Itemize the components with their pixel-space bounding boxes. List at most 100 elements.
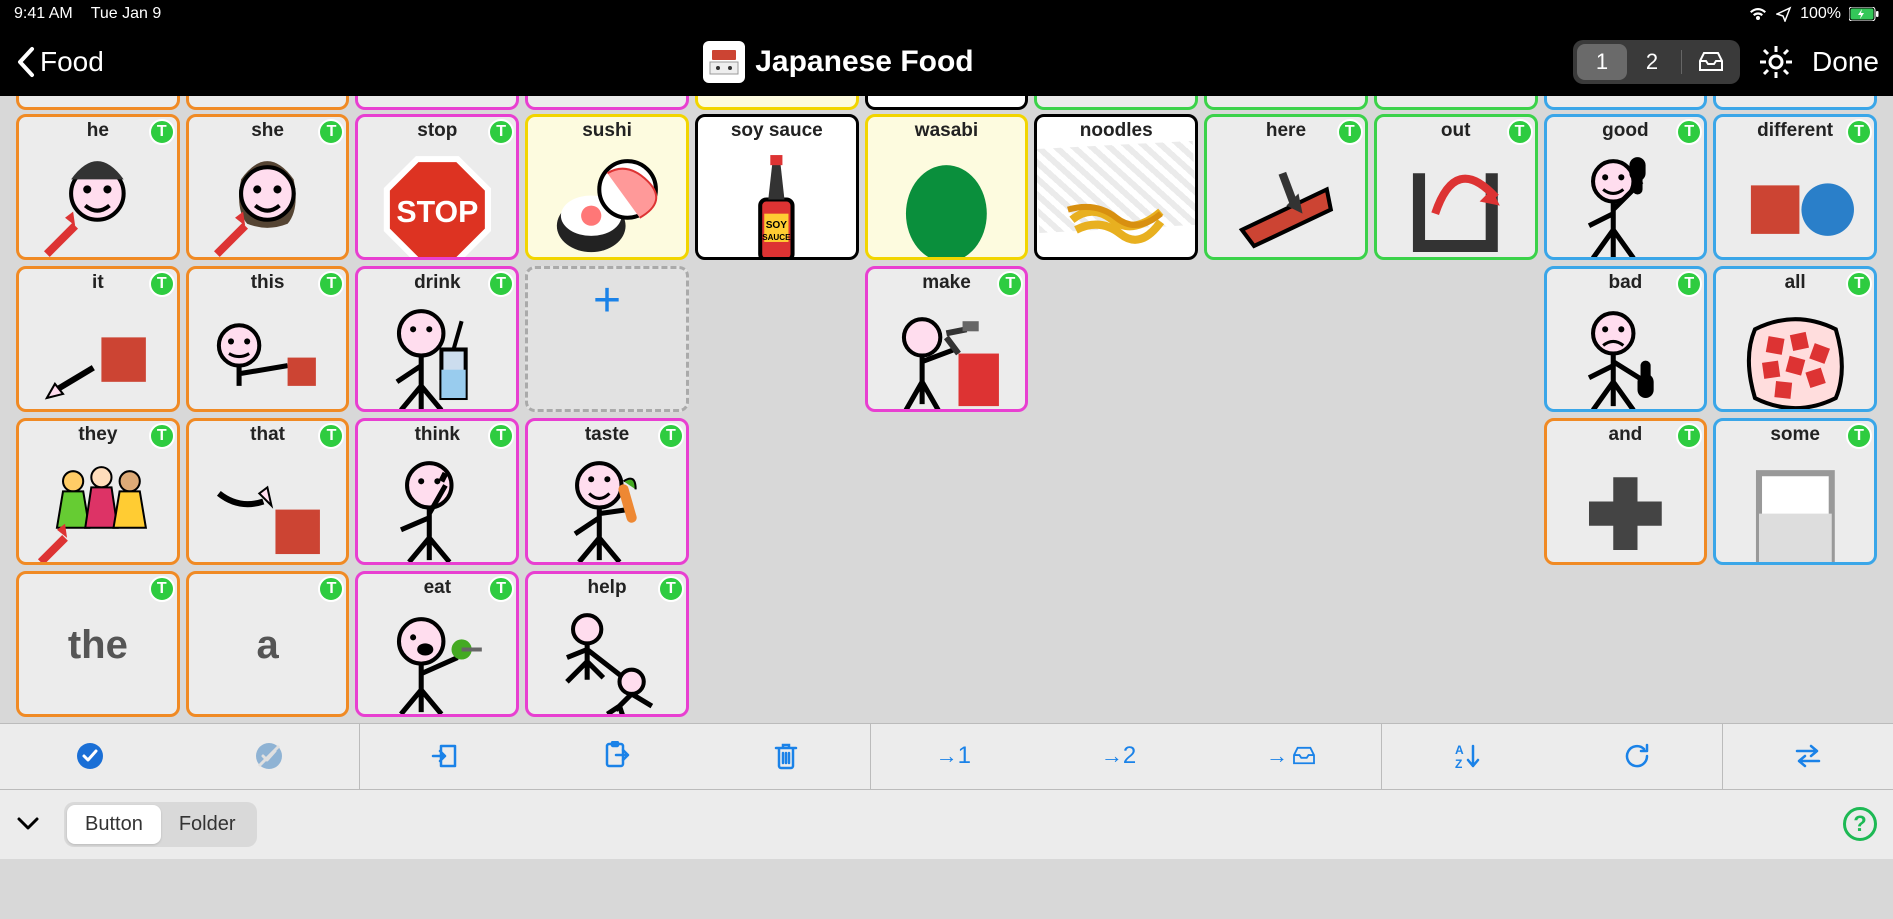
template-badge-icon: T <box>149 576 175 602</box>
settings-button[interactable] <box>1758 44 1794 80</box>
previous-row-peek <box>16 96 1877 110</box>
cell-label: soy sauce <box>731 121 823 142</box>
grid-cell-and[interactable]: andT <box>1544 418 1708 564</box>
move-to-1-button[interactable]: →1 <box>922 742 985 770</box>
grid-cell-all[interactable]: allT <box>1713 266 1877 412</box>
cell-label: good <box>1602 121 1648 142</box>
type-segmented-control: Button Folder <box>64 802 257 847</box>
grid-cell-taste[interactable]: tasteT <box>525 418 689 564</box>
cell-label: here <box>1266 121 1306 142</box>
grid-cell-drink[interactable]: drinkT <box>355 266 519 412</box>
cell-label: a <box>256 623 278 667</box>
template-badge-icon: T <box>488 576 514 602</box>
grid-cell-help[interactable]: helpT <box>525 571 689 717</box>
copy-button[interactable] <box>588 741 646 771</box>
svg-text:Z: Z <box>1455 757 1462 770</box>
grid-cell-it[interactable]: itT <box>16 266 180 412</box>
cell-label: he <box>87 121 109 142</box>
cell-label: this <box>251 273 285 294</box>
cell-label: out <box>1441 121 1471 142</box>
plus-icon: + <box>593 273 621 328</box>
status-bar: 9:41 AM Tue Jan 9 100% <box>0 0 1893 28</box>
view-1-button[interactable]: 1 <box>1577 44 1627 80</box>
sort-button[interactable]: AZ <box>1439 742 1495 770</box>
here-icon <box>1211 142 1361 260</box>
done-button[interactable]: Done <box>1812 46 1879 78</box>
add-button-cell[interactable]: + <box>525 266 689 412</box>
select-all-button[interactable] <box>61 741 119 771</box>
type-folder-option[interactable]: Folder <box>161 805 254 844</box>
grid-cell-out[interactable]: out T <box>1374 114 1538 260</box>
chevron-left-icon <box>14 45 36 79</box>
cell-label: eat <box>424 578 451 599</box>
cell-label: all <box>1785 273 1806 294</box>
grid-cell-they[interactable]: theyT <box>16 418 180 564</box>
page-title: Japanese Food <box>755 45 973 79</box>
noodles-icon <box>1041 142 1191 260</box>
refresh-button[interactable] <box>1609 742 1665 770</box>
collapse-button[interactable] <box>16 816 40 832</box>
import-button[interactable] <box>416 742 474 770</box>
grid-cell-bad[interactable]: badT <box>1544 266 1708 412</box>
grid-cell-think[interactable]: thinkT <box>355 418 519 564</box>
grid-cell-stop[interactable]: stopT <box>355 114 519 260</box>
grid-cell-that[interactable]: thatT <box>186 418 350 564</box>
cell-label: different <box>1757 121 1833 142</box>
page-title-group: Japanese Food <box>703 41 973 83</box>
view-2-button[interactable]: 2 <box>1627 44 1677 80</box>
grid-cell-different[interactable]: differentT <box>1713 114 1877 260</box>
grid-cell-he[interactable]: heT <box>16 114 180 260</box>
cell-label: and <box>1609 425 1643 446</box>
eat-icon <box>362 598 512 716</box>
edit-toolbar: →1 →2 → AZ <box>0 723 1893 789</box>
type-button-option[interactable]: Button <box>67 805 161 844</box>
deselect-all-button[interactable] <box>240 741 298 771</box>
swap-button[interactable] <box>1779 743 1837 769</box>
grid-cell-here[interactable]: here T <box>1204 114 1368 260</box>
soy-icon <box>702 142 852 260</box>
cell-label: wasabi <box>915 121 978 142</box>
move-to-2-button[interactable]: →2 <box>1087 742 1150 770</box>
battery-icon <box>1849 7 1879 21</box>
grid-cell-eat[interactable]: eat T <box>355 571 519 717</box>
move-to-storage-button[interactable]: → <box>1252 743 1330 769</box>
back-button[interactable]: Food <box>14 45 104 79</box>
cell-label: help <box>588 578 627 599</box>
grid-cell-a[interactable]: aT <box>186 571 350 717</box>
help-icon <box>532 598 682 716</box>
status-date: Tue Jan 9 <box>91 5 162 23</box>
grid-cell-she[interactable]: sheT <box>186 114 350 260</box>
grid-cell-soy-sauce[interactable]: soy sauce <box>695 114 859 260</box>
grid-cell-wasabi[interactable]: wasabi <box>865 114 1029 260</box>
template-badge-icon: T <box>1337 119 1363 145</box>
view-storage-button[interactable] <box>1686 44 1736 80</box>
person-she-icon <box>193 142 343 260</box>
cell-label: some <box>1770 425 1820 446</box>
grid-cell-make[interactable]: makeT <box>865 266 1029 412</box>
and-icon <box>1551 446 1701 564</box>
grid-cell-good[interactable]: goodT <box>1544 114 1708 260</box>
cell-label: taste <box>585 425 629 446</box>
grid-cell-the[interactable]: the T <box>16 571 180 717</box>
template-badge-icon: T <box>488 119 514 145</box>
search-input[interactable] <box>277 804 1823 844</box>
grid-cell-sushi[interactable]: sushi <box>525 114 689 260</box>
grid-cell-some[interactable]: someT <box>1713 418 1877 564</box>
it-icon <box>23 294 173 412</box>
bad-icon <box>1551 294 1701 412</box>
help-button[interactable]: ? <box>1843 807 1877 841</box>
good-icon <box>1551 142 1701 260</box>
different-icon <box>1720 142 1870 260</box>
template-badge-icon: T <box>149 271 175 297</box>
view-segmented-control: 1 2 <box>1573 40 1740 84</box>
cell-label: sushi <box>582 121 632 142</box>
wasabi-icon <box>872 142 1022 260</box>
bottom-bar: Button Folder ? <box>0 789 1893 859</box>
delete-button[interactable] <box>759 741 813 771</box>
this-icon <box>193 294 343 412</box>
grid-cell-this[interactable]: thisT <box>186 266 350 412</box>
they-icon <box>23 446 173 564</box>
cell-label: the <box>68 623 128 667</box>
template-badge-icon: T <box>1507 119 1533 145</box>
grid-cell-noodles[interactable]: noodles <box>1034 114 1198 260</box>
